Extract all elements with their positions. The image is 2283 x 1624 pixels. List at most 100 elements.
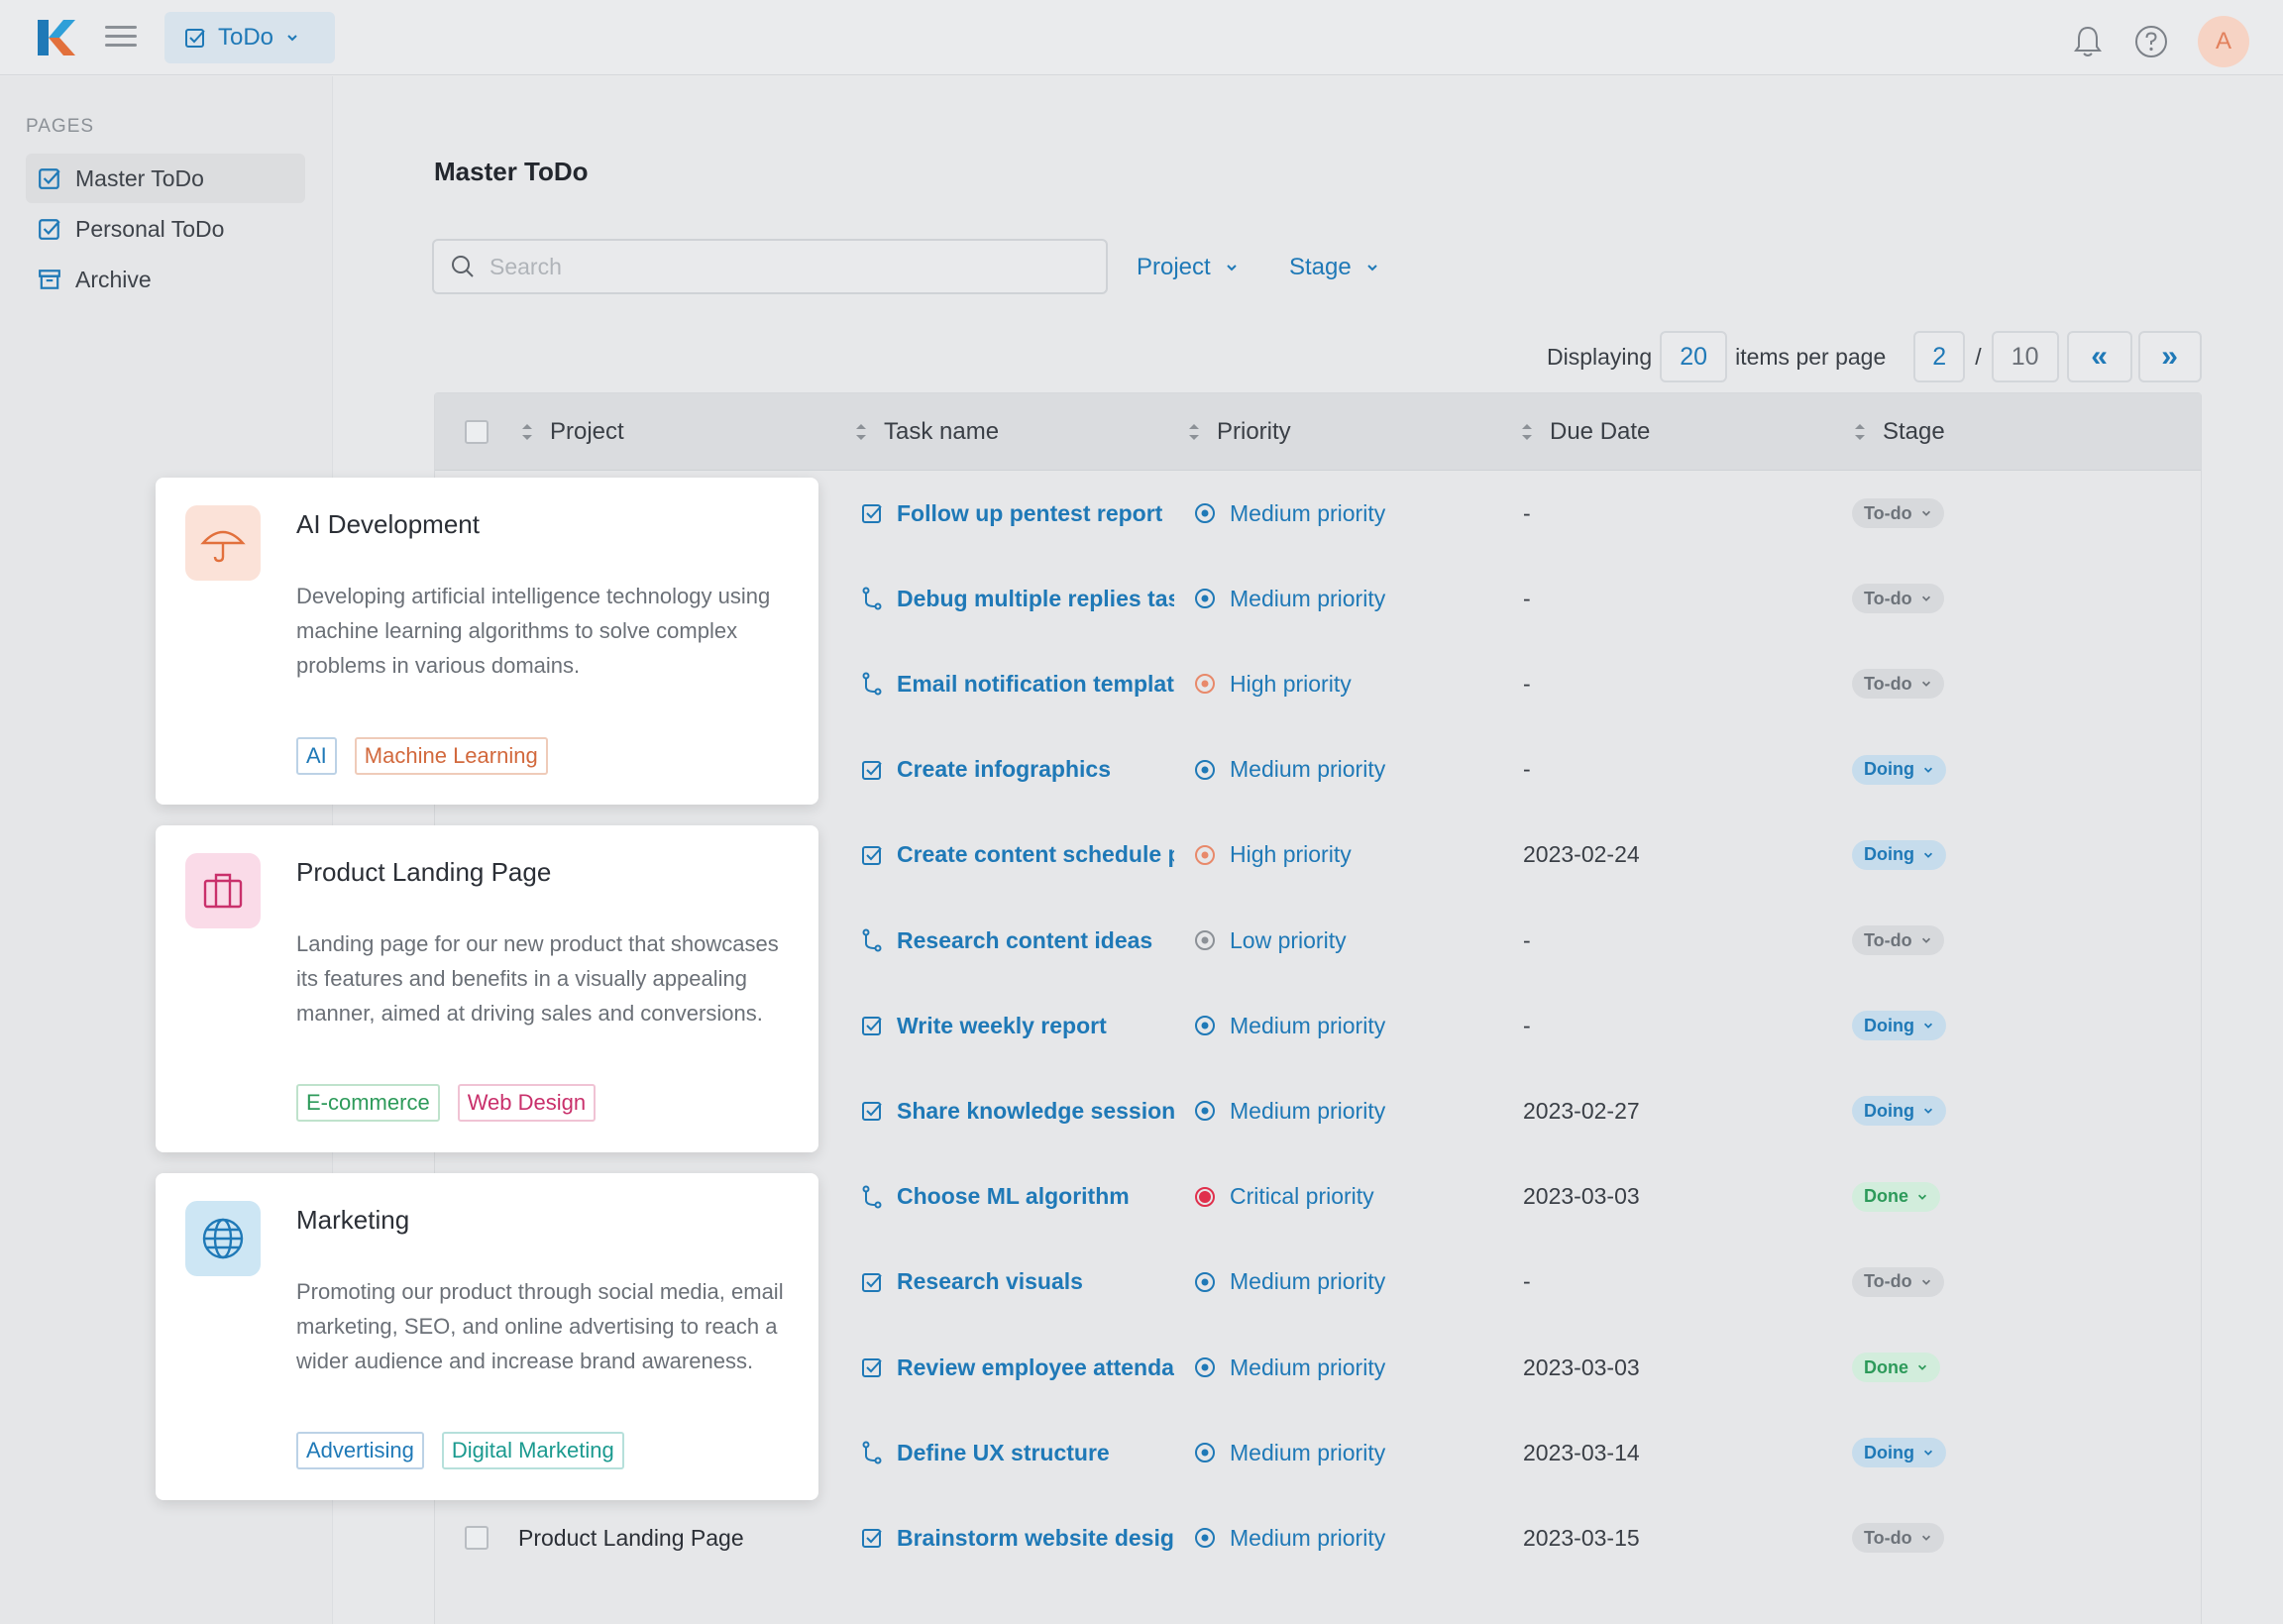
priority-label: Medium priority — [1230, 1524, 1386, 1551]
task-name-link[interactable]: Follow up pentest report — [897, 500, 1174, 527]
due-date-cell: - — [1523, 585, 1531, 611]
stage-dropdown[interactable]: To-do — [1852, 669, 1944, 700]
due-date-cell: 2023-03-14 — [1523, 1439, 1640, 1465]
project-card-product-landing-page[interactable]: Product Landing Page Landing page for ou… — [156, 825, 818, 1152]
task-cell[interactable]: Share knowledge session — [861, 1068, 1182, 1153]
priority-cell[interactable]: High priority — [1194, 812, 1432, 898]
stage-dropdown[interactable]: Doing — [1852, 1096, 1946, 1127]
stage-cell: To-do — [1852, 556, 2011, 641]
menu-icon[interactable] — [103, 20, 139, 55]
task-cell[interactable]: Choose ML algorithm — [861, 1154, 1182, 1240]
sidebar-item-personal-todo[interactable]: Personal ToDo — [26, 204, 305, 254]
priority-cell[interactable]: Medium priority — [1194, 471, 1432, 556]
priority-cell[interactable]: Critical priority — [1194, 1154, 1432, 1240]
column-task[interactable]: Task name — [854, 393, 999, 471]
column-due-date[interactable]: Due Date — [1520, 393, 1650, 471]
column-project[interactable]: Project — [520, 393, 624, 471]
priority-cell[interactable]: Medium priority — [1194, 1068, 1432, 1153]
stage-filter-dropdown[interactable]: Stage — [1289, 248, 1379, 287]
task-name-link[interactable]: Choose ML algorithm — [897, 1183, 1174, 1210]
project-card-ai-development[interactable]: AI Development Developing artificial int… — [156, 478, 818, 805]
column-stage[interactable]: Stage — [1853, 393, 1945, 471]
task-name-link[interactable]: Review employee attenda — [897, 1354, 1174, 1381]
task-cell[interactable]: Create content schedule p — [861, 812, 1182, 898]
priority-cell[interactable]: Medium priority — [1194, 727, 1432, 812]
task-cell[interactable]: Follow up pentest report — [861, 471, 1182, 556]
branch-icon — [861, 672, 883, 696]
task-cell[interactable]: Debug multiple replies tas — [861, 556, 1182, 641]
stage-dropdown[interactable]: To-do — [1852, 1266, 1944, 1297]
help-icon[interactable] — [2134, 25, 2168, 58]
task-cell[interactable]: Review employee attenda — [861, 1325, 1182, 1410]
task-name-link[interactable]: Brainstorm website desig — [897, 1525, 1174, 1552]
stage-dropdown[interactable]: Doing — [1852, 754, 1946, 785]
priority-cell[interactable]: Medium priority — [1194, 983, 1432, 1068]
app-switcher[interactable]: ToDo — [164, 12, 335, 63]
search-input[interactable] — [489, 253, 1084, 280]
task-name-link[interactable]: Create content schedule p — [897, 841, 1174, 868]
current-page-input[interactable]: 2 — [1913, 331, 1966, 382]
column-stage-label: Stage — [1883, 418, 1945, 445]
task-cell[interactable]: Write weekly report — [861, 983, 1182, 1068]
task-name-link[interactable]: Research content ideas — [897, 927, 1174, 954]
priority-icon — [1194, 1100, 1216, 1122]
priority-label: High priority — [1230, 670, 1352, 697]
task-name-link[interactable]: Create infographics — [897, 756, 1174, 783]
priority-cell[interactable]: Medium priority — [1194, 1240, 1432, 1325]
priority-cell[interactable]: Medium priority — [1194, 1325, 1432, 1410]
last-page-button[interactable]: » — [2137, 331, 2202, 382]
priority-label: Medium priority — [1230, 1012, 1386, 1038]
stage-dropdown[interactable]: Done — [1852, 1353, 1940, 1382]
stage-dropdown[interactable]: To-do — [1852, 498, 1944, 528]
column-priority[interactable]: Priority — [1187, 393, 1291, 471]
task-name-link[interactable]: Share knowledge session — [897, 1098, 1174, 1125]
checkbox-icon — [39, 219, 60, 240]
stage-dropdown[interactable]: To-do — [1852, 1523, 1944, 1554]
priority-cell[interactable]: Medium priority — [1194, 1410, 1432, 1495]
table-row[interactable]: Product Landing Page Brainstorm website d… — [435, 1495, 2201, 1580]
due-date-cell: - — [1523, 670, 1531, 697]
card-title: AI Development — [296, 509, 480, 539]
stage-dropdown[interactable]: Doing — [1852, 839, 1946, 870]
stage-dropdown[interactable]: To-do — [1852, 584, 1944, 614]
page-title: Master ToDo — [434, 157, 589, 186]
task-name-link[interactable]: Email notification templat — [897, 671, 1174, 698]
items-per-page-input[interactable]: 20 — [1660, 331, 1728, 382]
stage-dropdown[interactable]: Done — [1852, 1181, 1940, 1212]
first-page-button[interactable]: « — [2066, 331, 2132, 382]
priority-cell[interactable]: Medium priority — [1194, 556, 1432, 641]
task-cell[interactable]: Brainstorm website desig — [861, 1495, 1182, 1580]
task-name-link[interactable]: Research visuals — [897, 1268, 1174, 1295]
task-name-link[interactable]: Define UX structure — [897, 1440, 1174, 1466]
stage-dropdown[interactable]: Doing — [1852, 1438, 1946, 1468]
priority-cell[interactable]: Medium priority — [1194, 1495, 1432, 1580]
stage-cell: Doing — [1852, 812, 2011, 898]
project-card-marketing[interactable]: Marketing Promoting our product through … — [156, 1173, 818, 1500]
stage-dropdown[interactable]: To-do — [1852, 925, 1944, 955]
priority-icon — [1194, 1356, 1216, 1378]
priority-cell[interactable]: Low priority — [1194, 898, 1432, 983]
chevron-down-icon — [1367, 265, 1377, 271]
row-checkbox[interactable] — [465, 1526, 489, 1551]
user-avatar[interactable]: A — [2198, 16, 2249, 67]
notification-bell-icon[interactable] — [2071, 25, 2105, 58]
task-cell[interactable]: Email notification templat — [861, 641, 1182, 726]
project-filter-dropdown[interactable]: Project — [1137, 248, 1239, 287]
task-cell[interactable]: Research visuals — [861, 1240, 1182, 1325]
task-cell[interactable]: Define UX structure — [861, 1410, 1182, 1495]
select-all-checkbox[interactable] — [465, 420, 489, 444]
task-name-link[interactable]: Debug multiple replies tas — [897, 586, 1174, 612]
due-date-cell: - — [1523, 1012, 1531, 1038]
task-cell[interactable]: Create infographics — [861, 727, 1182, 812]
sidebar-item-archive[interactable]: Archive — [26, 255, 305, 304]
archive-icon — [39, 270, 60, 289]
priority-cell[interactable]: High priority — [1194, 641, 1432, 726]
stage-label: To-do — [1864, 588, 1912, 608]
app-logo[interactable] — [36, 18, 75, 57]
stage-cell: Done — [1852, 1154, 2011, 1240]
priority-icon — [1194, 929, 1216, 951]
sidebar-item-master-todo[interactable]: Master ToDo — [26, 154, 305, 203]
task-cell[interactable]: Research content ideas — [861, 898, 1182, 983]
stage-dropdown[interactable]: Doing — [1852, 1011, 1946, 1041]
task-name-link[interactable]: Write weekly report — [897, 1013, 1174, 1039]
